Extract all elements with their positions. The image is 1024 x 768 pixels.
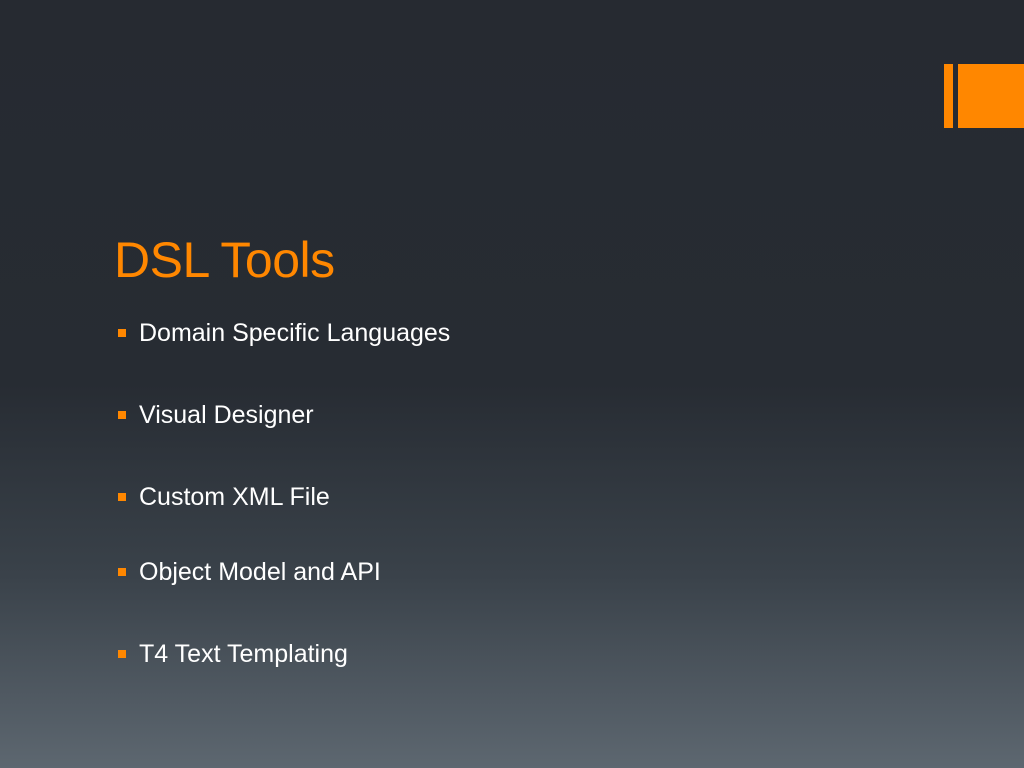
corner-accent-block: [958, 64, 1024, 128]
bullet-item: Visual Designer: [118, 400, 314, 430]
bullet-text: Object Model and API: [139, 558, 381, 586]
slide-title: DSL Tools: [114, 232, 335, 288]
bullet-item: Domain Specific Languages: [118, 318, 450, 348]
square-bullet-icon: [118, 650, 126, 658]
square-bullet-icon: [118, 411, 126, 419]
square-bullet-icon: [118, 329, 126, 337]
slide: DSL Tools Domain Specific Languages Visu…: [0, 0, 1024, 768]
bullet-text: T4 Text Templating: [139, 640, 348, 668]
bullet-text: Domain Specific Languages: [139, 319, 451, 347]
bullet-text: Visual Designer: [139, 401, 314, 429]
bullet-item: Object Model and API: [118, 557, 381, 587]
corner-accent-mark: [944, 64, 1024, 128]
square-bullet-icon: [118, 568, 126, 576]
bullet-item: Custom XML File: [118, 482, 330, 512]
bullet-item: T4 Text Templating: [118, 639, 348, 669]
square-bullet-icon: [118, 493, 126, 501]
bullet-text: Custom XML File: [139, 483, 330, 511]
corner-accent-thin-bar: [944, 64, 953, 128]
